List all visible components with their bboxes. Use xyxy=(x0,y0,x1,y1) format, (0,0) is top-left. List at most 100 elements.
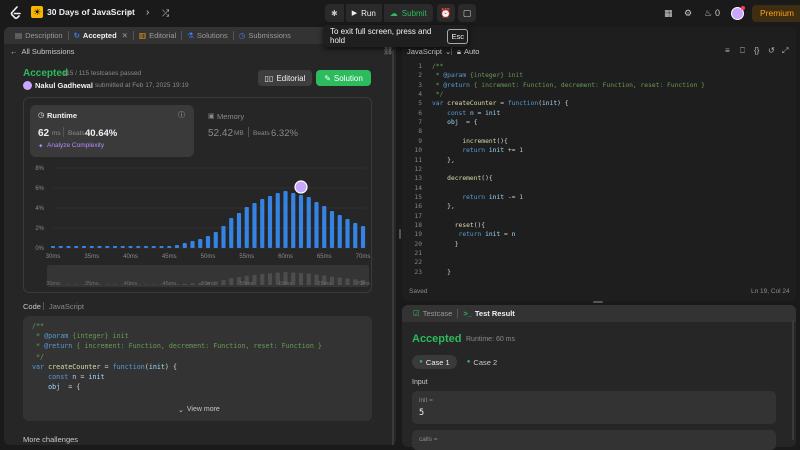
info-icon[interactable]: ⓘ xyxy=(178,110,185,120)
tab-editorial[interactable]: ▥Editorial xyxy=(134,27,181,44)
editor-line[interactable]: 20 } xyxy=(404,241,795,250)
chart-bar[interactable] xyxy=(252,203,256,248)
chart-bar[interactable] xyxy=(190,241,194,248)
editor-line[interactable]: 13 decrement(){ xyxy=(404,175,795,184)
chart-bar[interactable] xyxy=(330,211,334,248)
bookmark-icon[interactable]: ⎕ xyxy=(740,46,745,56)
chart-bar[interactable] xyxy=(260,199,264,248)
editor-line[interactable]: 8 xyxy=(404,128,795,137)
editor-line[interactable]: 19 return init = n xyxy=(404,231,795,240)
prev-problem-icon[interactable]: ‹ xyxy=(128,7,131,19)
analyze-complexity-link[interactable]: Analyze Complexity xyxy=(47,142,104,149)
leetcode-logo-icon[interactable] xyxy=(9,6,23,20)
premium-button[interactable]: Premium xyxy=(752,5,800,22)
chart-bar[interactable] xyxy=(353,223,357,248)
chart-bar[interactable] xyxy=(97,246,101,248)
editorial-button[interactable]: ▯▯ Editorial xyxy=(258,70,312,86)
tab-solutions[interactable]: ⚗Solutions xyxy=(182,27,233,44)
chart-bar[interactable] xyxy=(51,246,55,248)
chart-bar[interactable] xyxy=(121,246,125,248)
editor-line[interactable]: 12 xyxy=(404,166,795,175)
editor-line[interactable]: 2 * @param {integer} init xyxy=(404,72,795,81)
run-button[interactable]: ▶ Run xyxy=(346,4,382,22)
tab-submissions[interactable]: ◷Submissions xyxy=(234,27,296,44)
chart-bar[interactable] xyxy=(82,246,86,248)
editor-line[interactable]: 21 xyxy=(404,250,795,259)
editor-line[interactable]: 9 increment(){ xyxy=(404,138,795,147)
code-editor[interactable]: 1/**2 * @param {integer} init3 * @return… xyxy=(404,63,795,283)
result-scrollbar[interactable] xyxy=(792,320,794,440)
settings-gear-icon[interactable]: ⚙ xyxy=(684,8,692,19)
reset-icon[interactable]: ↺ xyxy=(768,46,775,55)
submit-button[interactable]: ☁ Submit xyxy=(384,4,433,22)
editor-line[interactable]: 17 xyxy=(404,213,795,222)
chart-bar[interactable] xyxy=(276,193,280,248)
editor-line[interactable]: 1/** xyxy=(404,63,795,72)
case-1-tab[interactable]: ● Case 1 xyxy=(412,355,457,369)
editor-line[interactable]: 5var createCounter = function(init) { xyxy=(404,100,795,109)
layout-grid-icon[interactable]: ▦ xyxy=(664,8,673,19)
close-tab-icon[interactable]: ✕ xyxy=(122,31,128,40)
chart-bar[interactable] xyxy=(245,207,249,248)
chart-bar[interactable] xyxy=(291,193,295,248)
notes-button[interactable]: ▢ xyxy=(458,4,476,22)
your-submission-marker[interactable] xyxy=(295,181,307,193)
chart-bar[interactable] xyxy=(59,246,63,248)
view-more-button[interactable]: ⌄ View more xyxy=(178,406,220,414)
editor-line[interactable]: 6 const n = init xyxy=(404,110,795,119)
debug-button[interactable]: ✱ xyxy=(325,4,344,22)
chart-bar[interactable] xyxy=(136,246,140,248)
left-scrollbar[interactable] xyxy=(392,50,394,445)
chart-bar[interactable] xyxy=(314,202,318,248)
braces-icon[interactable]: {} xyxy=(754,46,759,55)
tab-accepted[interactable]: ↻Accepted✕ xyxy=(69,27,133,44)
author-name[interactable]: Nakul Gadhewal xyxy=(35,81,93,90)
alarm-button[interactable]: ⏰ xyxy=(437,4,455,22)
editor-line[interactable]: 3 * @return { increment: Function, decre… xyxy=(404,82,795,91)
chart-bar[interactable] xyxy=(144,246,148,248)
next-problem-icon[interactable]: › xyxy=(146,7,149,19)
editor-line[interactable]: 15 return init -= 1 xyxy=(404,194,795,203)
streak-fire-icon[interactable]: ♨ xyxy=(704,8,712,19)
input-field-init[interactable]: init = 5 xyxy=(412,391,776,424)
chart-bar[interactable] xyxy=(90,246,94,248)
editor-line[interactable]: 7 obj = { xyxy=(404,119,795,128)
language-selector[interactable]: JavaScript ⌄ xyxy=(407,47,451,56)
chart-bar[interactable] xyxy=(237,213,241,248)
chart-bar[interactable] xyxy=(152,246,156,248)
format-icon[interactable]: ≡ xyxy=(725,46,730,55)
chart-bar[interactable] xyxy=(113,246,117,248)
chart-bar[interactable] xyxy=(229,218,233,248)
case-2-tab[interactable]: ● Case 2 xyxy=(462,355,502,369)
chart-bar[interactable] xyxy=(338,215,342,248)
chart-bar[interactable] xyxy=(159,246,163,248)
editor-line[interactable]: 16 }, xyxy=(404,203,795,212)
solution-button[interactable]: ✎ Solution xyxy=(316,70,371,86)
chart-bar[interactable] xyxy=(206,236,210,248)
memory-label[interactable]: Memory xyxy=(217,112,244,121)
chart-bar[interactable] xyxy=(361,226,365,248)
chart-bar[interactable] xyxy=(283,191,287,248)
chart-bar[interactable] xyxy=(167,246,171,248)
tab-testcase[interactable]: ☑Testcase xyxy=(408,305,457,322)
editor-line[interactable]: 22 xyxy=(404,259,795,268)
tab-test-result[interactable]: >_Test Result xyxy=(458,305,519,322)
chart-bar[interactable] xyxy=(299,195,303,248)
author-avatar[interactable] xyxy=(23,81,32,90)
editor-line[interactable]: 11 }, xyxy=(404,157,795,166)
chart-bar[interactable] xyxy=(345,219,349,248)
tab-description[interactable]: ▤Description xyxy=(10,27,68,44)
chart-bar[interactable] xyxy=(198,239,202,248)
horizontal-splitter-handle[interactable] xyxy=(593,301,603,303)
editor-line[interactable]: 23 } xyxy=(404,269,795,278)
back-to-submissions-link[interactable]: ← All Submissions xyxy=(10,47,74,56)
input-field-calls[interactable]: calls = xyxy=(412,430,776,450)
autocomplete-mode[interactable]: 🔒︎ Auto xyxy=(457,47,479,57)
chart-bar[interactable] xyxy=(214,232,218,248)
chart-bar[interactable] xyxy=(183,243,187,248)
chart-bar[interactable] xyxy=(307,197,311,248)
expand-icon[interactable]: ⤢ xyxy=(782,46,788,56)
editor-line[interactable]: 14 xyxy=(404,185,795,194)
vertical-splitter-handle[interactable] xyxy=(399,229,401,239)
editor-line[interactable]: 18 reset(){ xyxy=(404,222,795,231)
